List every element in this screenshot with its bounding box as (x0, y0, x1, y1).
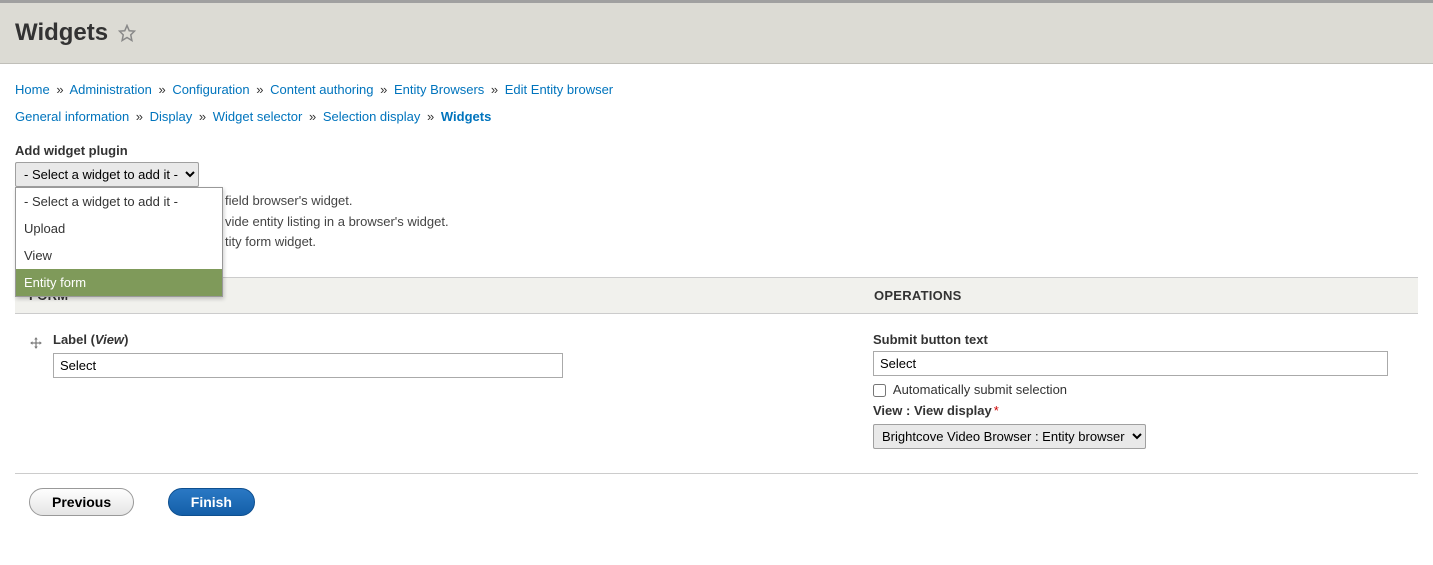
dropdown-option-upload[interactable]: Upload (16, 215, 222, 242)
table-row: Label (View) Submit button text Automati… (15, 314, 1418, 474)
row-label: Label (View) (53, 332, 873, 347)
dropdown-option-entity-form[interactable]: Entity form (16, 269, 222, 296)
finish-button[interactable]: Finish (168, 488, 255, 516)
auto-submit-label: Automatically submit selection (890, 382, 1067, 397)
page-header: Widgets (0, 3, 1433, 64)
add-widget-dropdown: - Select a widget to add it - Upload Vie… (15, 187, 223, 297)
drag-handle-icon[interactable] (29, 336, 43, 350)
bc-entity-browsers[interactable]: Entity Browsers (394, 82, 484, 97)
bc-configuration[interactable]: Configuration (172, 82, 249, 97)
wizard-steps: General information » Display » Widget s… (15, 105, 1418, 128)
dropdown-option-view[interactable]: View (16, 242, 222, 269)
step-display[interactable]: Display (150, 109, 193, 124)
previous-button[interactable]: Previous (29, 488, 134, 516)
widgets-table: FORM OPERATIONS Label (View) (15, 277, 1418, 474)
bc-home[interactable]: Home (15, 82, 50, 97)
step-widget-selector[interactable]: Widget selector (213, 109, 303, 124)
label-input[interactable] (53, 353, 563, 378)
col-header-operations: OPERATIONS (874, 288, 1404, 303)
help-text: field browser's widget. vide entity list… (225, 191, 1418, 253)
bc-edit-entity-browser[interactable]: Edit Entity browser (505, 82, 613, 97)
bc-administration[interactable]: Administration (69, 82, 151, 97)
breadcrumb: Home » Administration » Configuration » … (15, 78, 1418, 101)
star-icon[interactable] (118, 24, 136, 42)
step-general[interactable]: General information (15, 109, 129, 124)
add-widget-select[interactable]: - Select a widget to add it - (15, 162, 199, 187)
add-widget-label: Add widget plugin (15, 143, 1418, 158)
wizard-actions: Previous Finish (15, 488, 1418, 516)
view-display-label: View : View display* (873, 403, 1404, 418)
step-current: Widgets (441, 109, 491, 124)
dropdown-option-placeholder[interactable]: - Select a widget to add it - (16, 188, 222, 215)
page-title: Widgets (15, 19, 108, 47)
auto-submit-checkbox[interactable] (873, 384, 886, 397)
step-selection-display[interactable]: Selection display (323, 109, 421, 124)
submit-text-input[interactable] (873, 351, 1388, 376)
submit-text-label: Submit button text (873, 332, 1404, 347)
bc-content-authoring[interactable]: Content authoring (270, 82, 373, 97)
view-display-select[interactable]: Brightcove Video Browser : Entity browse… (873, 424, 1146, 449)
